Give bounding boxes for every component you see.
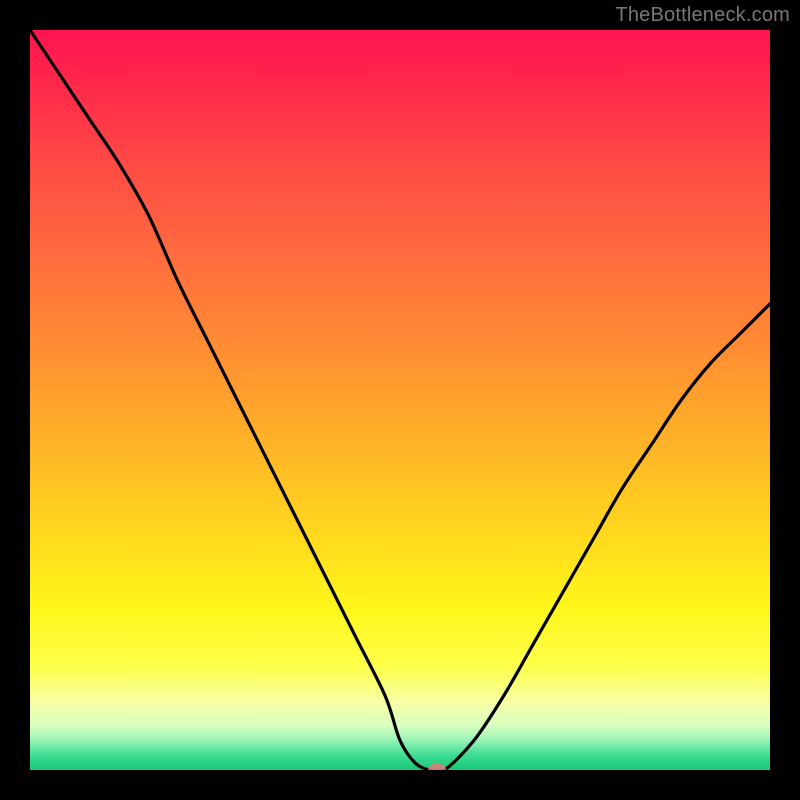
plot-area xyxy=(30,30,770,770)
watermark-text: TheBottleneck.com xyxy=(615,4,790,27)
bottleneck-curve xyxy=(30,30,770,770)
chart-frame: TheBottleneck.com xyxy=(0,0,800,800)
optimum-marker xyxy=(428,764,446,770)
